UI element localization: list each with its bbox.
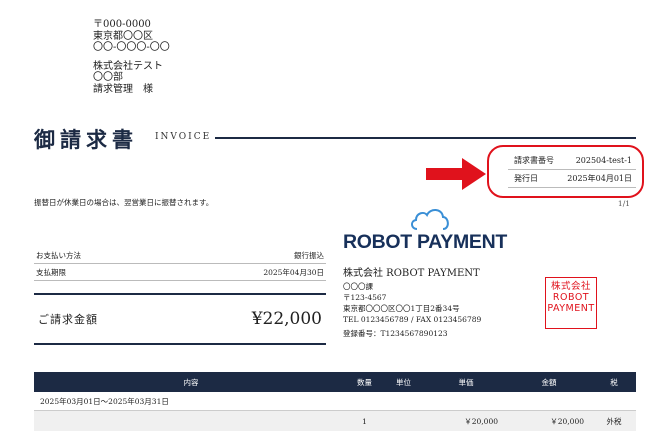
items-table: 内容 数量 単位 単価 金額 税 2025年03月01日～2025年03月31日… <box>34 372 636 431</box>
transfer-note: 振替日が休業日の場合は、翌営業日に振替されます。 <box>34 198 214 207</box>
table-row: 1 ￥20,000 ￥20,000 外税 <box>34 411 636 431</box>
total-amount-label: ご請求金額 <box>38 313 98 326</box>
due-date-value: 2025年04月30日 <box>263 267 324 277</box>
recipient-contact: 請求管理 様 <box>93 83 153 95</box>
row-tax: 外税 <box>606 416 622 426</box>
payment-method-row: お支払い方法 銀行振込 <box>34 247 326 264</box>
seal-line: PAYMENT <box>547 303 595 314</box>
total-amount-value: ¥22,000 <box>251 309 322 329</box>
title-divider <box>215 137 636 139</box>
seal-line: 株式会社 <box>550 281 591 292</box>
recipient-postal: 〒000-0000 <box>93 19 151 30</box>
recipient-company: 株式会社テスト <box>93 60 163 72</box>
header-unit-price: 単価 <box>458 377 474 387</box>
header-unit: 単位 <box>396 377 411 387</box>
payment-info: お支払い方法 銀行振込 支払期限 2025年04月30日 <box>34 247 326 281</box>
highlight-ellipse <box>487 145 644 198</box>
issuer-info: 株式会社 ROBOT PAYMENT 〇〇〇課 〒123-4567 東京都〇〇〇… <box>343 268 481 339</box>
row-quantity: 1 <box>362 416 367 426</box>
recipient-department: 〇〇部 <box>93 72 123 83</box>
due-date-row: 支払期限 2025年04月30日 <box>34 264 326 281</box>
document-title: 御請求書 <box>34 127 138 152</box>
issuer-name: 株式会社 ROBOT PAYMENT <box>343 268 480 279</box>
header-description: 内容 <box>183 377 199 387</box>
payment-method-label: お支払い方法 <box>36 250 81 260</box>
arrow-right-icon <box>426 158 486 190</box>
invoice-label: INVOICE <box>155 132 212 142</box>
logo-text: ROBOT PAYMENT <box>343 231 508 253</box>
recipient-street: 〇〇-〇〇〇-〇〇 <box>93 42 170 53</box>
payment-method-value: 銀行振込 <box>294 250 324 260</box>
issuer-registration: 登録番号：T1234567890123 <box>343 329 448 338</box>
row-unit-price: ￥20,000 <box>464 416 498 426</box>
header-amount: 金額 <box>541 377 557 387</box>
row-amount: ￥20,000 <box>550 416 584 426</box>
recipient-address: 〒000-0000 東京都〇〇区 〇〇-〇〇〇-〇〇 株式会社テスト 〇〇部 請… <box>93 19 170 95</box>
cloud-icon <box>411 209 449 230</box>
total-amount-box: ご請求金額 ¥22,000 <box>34 293 326 345</box>
issuer-postal: 〒123-4567 <box>343 293 387 302</box>
header-tax: 税 <box>610 377 618 387</box>
company-logo: ROBOT PAYMENT <box>343 207 518 257</box>
company-seal: 株式会社 ROBOT PAYMENT <box>545 277 597 329</box>
issuer-address: 東京都〇〇〇区〇〇1丁目2番34号 <box>343 304 460 313</box>
items-table-header: 内容 数量 単位 単価 金額 税 <box>34 372 636 392</box>
seal-line: ROBOT <box>552 292 590 303</box>
header-quantity: 数量 <box>357 377 372 387</box>
recipient-prefecture: 東京都〇〇区 <box>93 30 153 42</box>
due-date-label: 支払期限 <box>36 267 66 277</box>
issuer-tel-fax: TEL 0123456789 / FAX 0123456789 <box>343 315 482 324</box>
billing-period-row: 2025年03月01日～2025年03月31日 <box>34 392 636 411</box>
page-number: 1/1 <box>617 199 630 208</box>
issuer-department: 〇〇〇課 <box>343 282 373 291</box>
